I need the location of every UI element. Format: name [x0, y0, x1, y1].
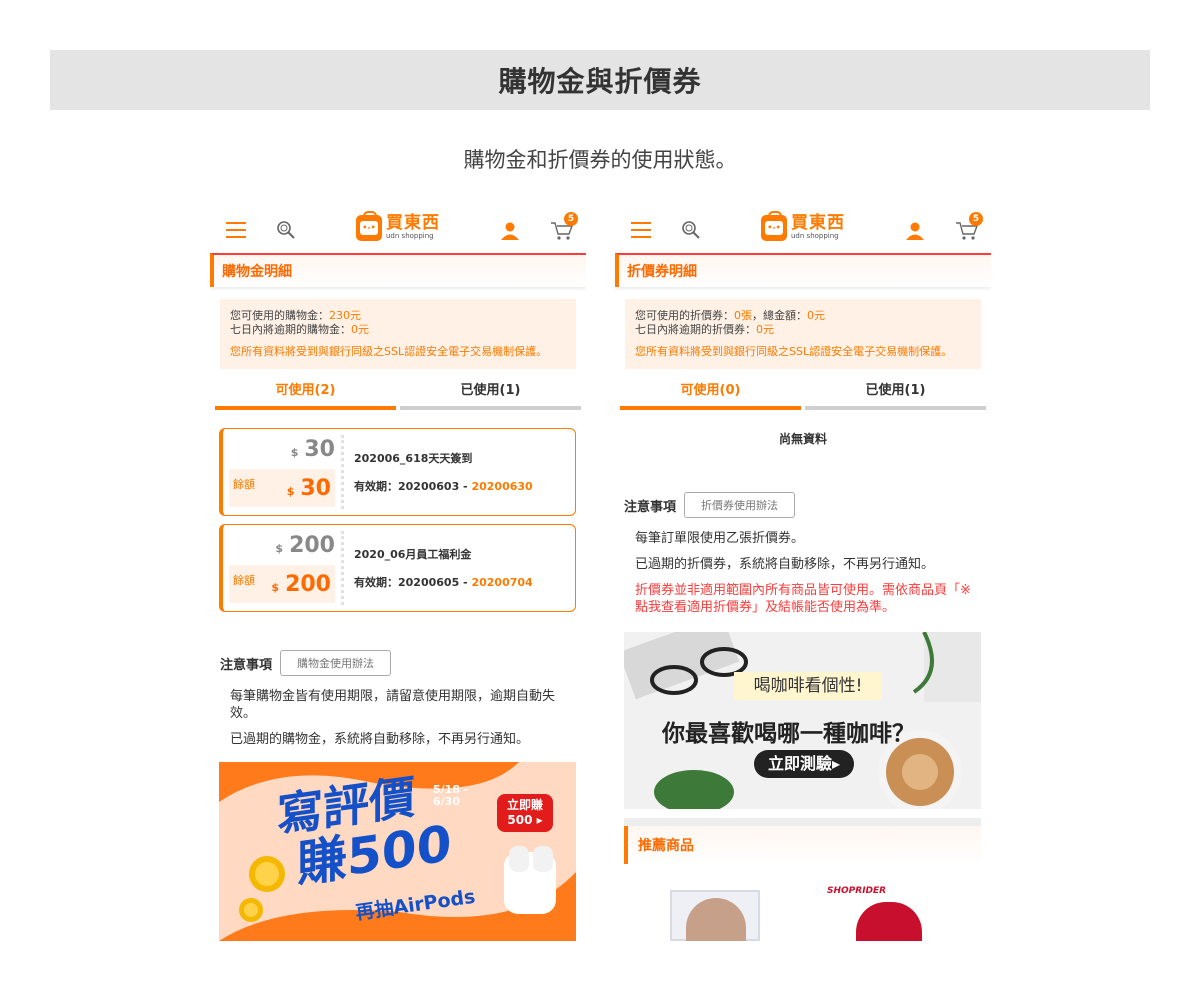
udn-shopping-logo[interactable]: •-• 買東西 udn shopping — [356, 210, 440, 241]
menu-icon[interactable] — [631, 222, 651, 238]
tab-used[interactable]: 已使用(1) — [805, 379, 986, 410]
product-image[interactable] — [670, 890, 760, 941]
product-image[interactable] — [856, 902, 922, 941]
cart-count-badge: 5 — [564, 212, 578, 226]
notes-list: 每筆購物金皆有使用期限，請留意使用期限，逾期自動失效。 已過期的購物金，系統將自… — [230, 688, 566, 748]
phone-screen-shopping-credit: •-• 買東西 udn shopping 5 購物金明細 您可使用的購物金：230… — [210, 207, 586, 941]
search-icon[interactable] — [681, 220, 701, 240]
credit-card-item[interactable]: $30 餘額 $30 202006_618天天簽到 有效期：20200603 -… — [219, 428, 576, 516]
notes-list: 每筆訂單限使用乙張折價券。 已過期的折價券，系統將自動移除，不再另行通知。 折價… — [635, 530, 973, 616]
credit-amount: $200 — [275, 533, 335, 558]
coupon-tabs: 可使用(0) 已使用(1) — [618, 379, 988, 410]
coupon-summary-box: 您可使用的折價券：0張，總金額：0元 七日內將逾期的折價券：0元 您所有資料將受… — [625, 299, 981, 369]
banner-date: 5/18 - 6/30 — [433, 783, 469, 808]
coffee-quiz-banner[interactable]: 喝咖啡看個性! 你最喜歡喝哪一種咖啡？ 立即測驗▸ — [624, 632, 981, 809]
coupon-rules-button[interactable]: 折價券使用辦法 — [684, 492, 796, 518]
balance-amount: $30 — [286, 475, 331, 501]
note-item: 每筆訂單限使用乙張折價券。 — [635, 531, 805, 546]
page-subtitle: 購物金和折價券的使用狀態。 — [463, 148, 737, 172]
available-credit-line: 您可使用的購物金：230元 — [230, 309, 361, 322]
section-header: 推薦商品 — [624, 826, 981, 864]
menu-icon[interactable] — [226, 222, 246, 238]
notes-header: 注意事項 折價券使用辦法 — [624, 492, 991, 518]
section-header: 購物金明細 — [210, 253, 586, 287]
note-item: 每筆購物金皆有使用期限，請留意使用期限，逾期自動失效。 — [230, 689, 556, 721]
section-divider — [624, 818, 981, 826]
balance-label: 餘額 — [233, 574, 255, 587]
top-nav: •-• 買東西 udn shopping 5 — [210, 207, 586, 253]
user-icon[interactable] — [905, 221, 925, 241]
credit-amount: $30 — [290, 437, 335, 462]
banner-tagline: 喝咖啡看個性! — [734, 672, 882, 700]
notes-title: 注意事項 — [220, 657, 273, 673]
expiring-coupon-line: 七日內將逾期的折價券：0元 — [635, 323, 774, 336]
banner-headline: 你最喜歡喝哪一種咖啡？ — [662, 720, 915, 747]
tab-available[interactable]: 可使用(0) — [620, 379, 801, 410]
review-promo-banner[interactable]: 寫評價 賺500 5/18 - 6/30 立即賺 500 ▸ 再抽AirPods — [219, 762, 576, 941]
credit-name: 202006_618天天簽到 — [354, 452, 473, 465]
credit-rules-button[interactable]: 購物金使用辦法 — [280, 650, 392, 676]
page-title: 購物金與折價券 — [498, 65, 702, 98]
udn-shopping-logo[interactable]: •-• 買東西 udn shopping — [761, 210, 845, 241]
earn-now-badge[interactable]: 立即賺 500 ▸ — [497, 794, 553, 832]
shopping-bag-icon: •-• — [356, 210, 382, 241]
expiring-credit-line: 七日內將逾期的購物金：0元 — [230, 323, 369, 336]
security-notice: 您所有資料將受到與銀行同級之SSL認證安全電子交易機制保護。 — [230, 345, 548, 358]
section-header: 折價券明細 — [615, 253, 991, 287]
notes-title: 注意事項 — [624, 499, 677, 515]
search-icon[interactable] — [276, 220, 296, 240]
empty-state-text: 尚無資料 — [778, 432, 827, 446]
shopping-bag-icon: •-• — [761, 210, 787, 241]
credit-tabs: 可使用(2) 已使用(1) — [213, 379, 583, 410]
recommended-section: 推薦商品 SHOPRIDER — [624, 818, 981, 941]
page-header: 購物金與折價券 — [50, 50, 1150, 110]
product-brand: SHOPRIDER — [827, 886, 887, 896]
notes-header: 注意事項 購物金使用辦法 — [220, 650, 586, 676]
credit-validity: 有效期：20200603 - 20200630 — [354, 480, 533, 493]
user-icon[interactable] — [500, 221, 520, 241]
phone-screen-coupons: •-• 買東西 udn shopping 5 折價券明細 您可使用的折價券：0張，… — [615, 207, 991, 941]
tab-available[interactable]: 可使用(2) — [215, 379, 396, 410]
note-item: 已過期的折價券，系統將自動移除，不再另行通知。 — [635, 557, 935, 572]
note-warning: 折價券並非適用範圍內所有商品皆可使用。需依商品頁「※點我查看適用折價券」及結帳能… — [635, 583, 971, 615]
security-notice: 您所有資料將受到與銀行同級之SSL認證安全電子交易機制保護。 — [635, 345, 953, 358]
credit-summary-box: 您可使用的購物金：230元 七日內將逾期的購物金：0元 您所有資料將受到與銀行同… — [220, 299, 576, 369]
credit-card-item[interactable]: $200 餘額 $200 2020_06月員工福利金 有效期：20200605 … — [219, 524, 576, 612]
note-item: 已過期的購物金，系統將自動移除，不再另行通知。 — [230, 732, 530, 747]
balance-label: 餘額 — [233, 478, 255, 491]
credit-name: 2020_06月員工福利金 — [354, 548, 472, 561]
available-coupon-line: 您可使用的折價券：0張，總金額：0元 — [635, 309, 825, 322]
credit-validity: 有效期：20200605 - 20200704 — [354, 576, 533, 589]
top-nav: •-• 買東西 udn shopping 5 — [615, 207, 991, 253]
balance-amount: $200 — [271, 571, 331, 597]
tab-used[interactable]: 已使用(1) — [400, 379, 581, 410]
cart-count-badge: 5 — [969, 212, 983, 226]
take-quiz-button[interactable]: 立即測驗▸ — [754, 750, 854, 778]
